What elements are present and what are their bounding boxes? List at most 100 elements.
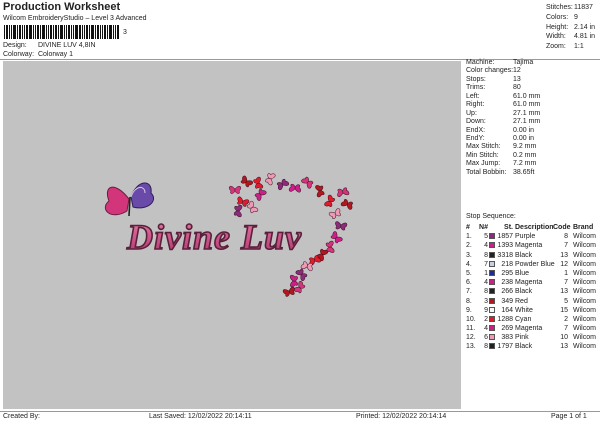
table-row: 10. 2 1288 Cyan 2 Wilcom [464,315,600,324]
footer-printed: Printed: 12/02/2022 20:14:14 [356,413,447,420]
color-code: 13 [560,343,568,351]
design-label: Design: [3,42,27,49]
small-butterfly-icon [324,194,335,207]
footer-last-saved: Last Saved: 12/02/2022 20:14:11 [149,413,252,420]
color-swatch [489,306,495,313]
stitch-count: 295 [501,269,513,277]
table-row: 4. 7 218 Powder Blue 12 Wilcom [464,260,600,269]
footer-page: Page 1 of 1 [551,413,587,420]
needle-number: 4 [484,242,488,250]
info-value: 0.2 mm [513,151,537,159]
info-value: 13 [513,75,521,83]
info-value: 61.0 mm [513,101,541,109]
info-label: Stops: [466,75,486,83]
small-butterfly-icon [276,178,290,191]
software-subtitle: Wilcom EmbroideryStudio – Level 3 Advanc… [3,15,147,22]
needle-number: 8 [484,288,488,296]
color-description: Powder Blue [515,260,555,268]
color-description: Cyan [515,315,532,323]
info-label: EndY: [466,134,485,142]
barcode [4,25,122,39]
needle-number: 3 [484,297,488,305]
stat-height: Height: 2.14 in [546,23,596,31]
thread-brand: Wilcom [573,297,596,305]
stitch-count: 218 [501,260,513,268]
color-swatch [489,343,495,350]
stop-number: 2. [466,242,472,250]
info-value: 9.2 mm [513,143,537,151]
color-code: 7 [564,279,568,287]
thread-brand: Wilcom [573,288,596,296]
stop-number: 5. [466,269,472,277]
page-title: Production Worksheet [3,1,121,13]
needle-number: 6 [484,334,488,342]
needle-number: 8 [484,251,488,259]
needle-number: 7 [484,260,488,268]
info-row: Max Jump: 7.2 mm [464,160,600,168]
info-value: 7.2 mm [513,160,537,168]
needle-number: 5 [484,233,488,241]
color-swatch [489,233,495,240]
color-code: 2 [564,315,568,323]
table-row: 9. 9 164 White 15 Wilcom [464,306,600,315]
table-row: 8. 3 349 Red 5 Wilcom [464,297,600,306]
table-row: 12. 6 383 Pink 10 Wilcom [464,333,600,342]
info-label: Min Stitch: [466,151,499,159]
color-swatch [489,325,495,332]
color-code: 13 [560,251,568,259]
info-label: Right: [466,101,485,109]
table-row: 5. 1 295 Blue 1 Wilcom [464,269,600,278]
info-row: Down: 27.1 mm [464,118,600,126]
stitch-count: 383 [501,334,513,342]
table-row: 6. 4 238 Magenta 7 Wilcom [464,278,600,287]
stitch-count: 164 [501,306,513,314]
stat-stitches: Stitches:11837 [546,4,593,11]
info-label: Left: [466,92,480,100]
design-text: Divine Luv [126,217,302,257]
design-stats: Stitches:11837 Colors: 9 Height: 2.14 in W… [546,3,595,52]
colorway-value: Colorway 1 [37,51,73,58]
info-label: Machine: [466,59,495,66]
info-value: 12 [513,67,521,75]
small-butterfly-icon [289,274,298,288]
stitch-count: 349 [501,297,513,305]
color-description: Red [515,297,528,305]
stop-number: 6. [466,279,472,287]
info-value: 38.65ft [513,168,535,176]
small-butterfly-icon [315,185,325,198]
info-label: EndX: [466,126,486,134]
color-description: Blue [515,269,530,277]
stat-colors: Colors: 9 [546,13,578,21]
small-butterfly-icon [228,185,242,194]
color-description: Purple [515,233,536,241]
thread-brand: Wilcom [573,279,596,287]
info-row: Color changes: 12 [464,67,600,75]
color-code: 10 [560,334,568,342]
needle-number: 2 [484,315,488,323]
design-preview-canvas: Divine Luv [3,61,461,409]
info-row: Machine: Tajima [464,59,600,67]
info-value: 80 [513,84,521,92]
color-swatch [489,297,495,304]
needle-number: 1 [484,269,488,277]
info-value: 0.00 in [513,134,535,142]
info-row: Total Bobbin: 38.65ft [464,169,600,177]
info-label: Up: [466,109,477,117]
color-description: White [515,306,533,314]
color-description: Magenta [515,325,543,333]
stop-number: 1. [466,233,472,241]
colorway-line: Colorway: Colorway 1 [3,51,73,58]
thread-brand: Wilcom [573,269,596,277]
small-butterfly-icon [253,176,264,189]
info-row: Max Stitch: 9.2 mm [464,143,600,151]
small-butterfly-icon [340,199,353,210]
info-value: 61.0 mm [513,92,541,100]
info-row: Left: 61.0 mm [464,93,600,101]
needle-number: 4 [484,279,488,287]
stop-number: 13. [466,343,476,351]
thread-brand: Wilcom [573,325,596,333]
small-butterfly-icon [233,205,243,218]
stop-sequence-table: # N# St. Description Code Brand 1. 5 1857 P… [464,223,600,352]
stitch-count: 269 [501,325,513,333]
color-description: Magenta [515,279,543,287]
